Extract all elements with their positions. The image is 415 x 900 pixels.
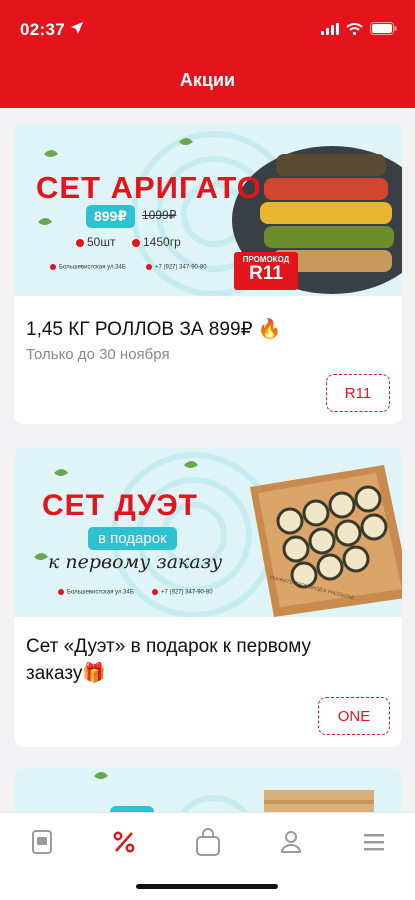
banner-address: Большевистская ул.34Б: [58, 589, 134, 596]
phone-icon: [146, 264, 152, 270]
banner-promo-tag: ПРОМОКОД R11: [234, 252, 298, 290]
promo-subtitle: Только до 30 ноября: [26, 346, 170, 363]
page-title: Акции: [179, 70, 236, 90]
banner-script-text: к первому заказу: [48, 551, 223, 573]
profile-icon: [280, 831, 302, 853]
tab-more[interactable]: [354, 827, 394, 857]
banner-address: Большевистская ул.34Б: [50, 264, 126, 271]
promo-title: Сет «Дуэт» в подарок к первому заказу🎁: [26, 636, 312, 684]
banner-title: СЕТ ДУЭТ: [42, 489, 199, 522]
banner-phone: +7 (927) 347-90-80: [152, 589, 213, 596]
weight-icon: [132, 238, 140, 247]
location-icon: [50, 264, 56, 270]
promo-code-button[interactable]: ONE: [318, 697, 390, 735]
tab-promos[interactable]: [104, 827, 144, 857]
banner-weight: 1450гр: [132, 235, 181, 249]
banner-phone: +7 (927) 347-90-80: [146, 264, 207, 271]
banner-old-price: 1099₽: [142, 208, 177, 222]
cart-icon: [196, 828, 220, 856]
app-header: 02:37 Акции: [0, 0, 415, 108]
promo-card[interactable]: СЕТ АРИГАТО 899₽ 1099₽ 50шт 1450гр Больш…: [14, 124, 402, 424]
wifi-icon: [346, 22, 363, 35]
phone-icon: [152, 589, 158, 595]
banner-pieces: 50шт: [76, 235, 115, 249]
banner-promo-code: R11: [249, 263, 283, 284]
banner-title: СЕТ АРИГАТО: [36, 170, 262, 205]
status-time: 02:37: [20, 20, 65, 39]
banner-gift-pill: в подарок: [88, 527, 177, 550]
promo-banner-image[interactable]: СЕТ АРИГАТО 899₽ 1099₽ 50шт 1450гр Больш…: [14, 124, 402, 296]
status-bar: 02:37: [0, 0, 415, 60]
more-icon: [364, 834, 384, 851]
promo-card[interactable]: СЕТ ДУЭТ в подарок к первому заказу Боль…: [14, 447, 402, 747]
promo-banner-image[interactable]: СЕТ ДУЭТ в подарок к первому заказу Боль…: [14, 447, 402, 617]
pieces-icon: [76, 238, 84, 247]
cellular-signal-icon: [321, 22, 339, 35]
location-arrow-icon: [71, 22, 83, 34]
location-icon: [58, 589, 64, 595]
tab-profile[interactable]: [271, 827, 311, 857]
tab-menu[interactable]: [22, 827, 62, 857]
menu-icon: [32, 830, 52, 854]
home-indicator[interactable]: [136, 884, 278, 889]
promo-code-button[interactable]: R11: [326, 374, 390, 412]
promo-title: 1,45 КГ РОЛЛОВ ЗА 899₽ 🔥: [26, 319, 282, 340]
tab-cart[interactable]: [188, 827, 228, 857]
status-icons: [321, 22, 397, 35]
battery-icon: [370, 22, 397, 35]
promo-icon: [113, 831, 135, 853]
banner-price: 899₽: [86, 205, 136, 228]
